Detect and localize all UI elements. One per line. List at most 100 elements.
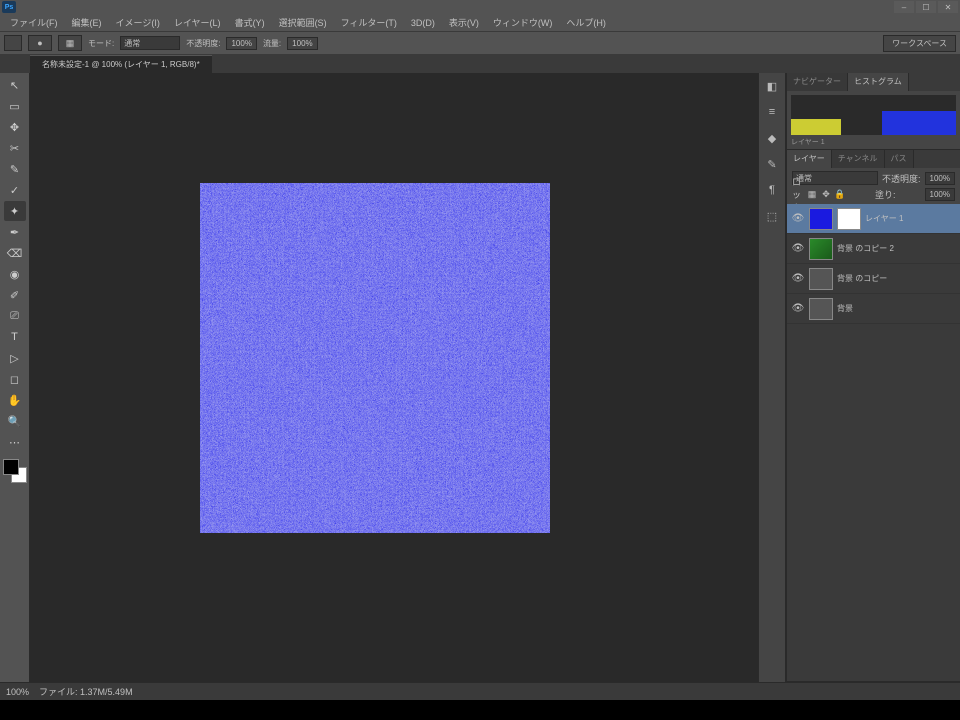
histogram-source-label: レイヤー 1 [791,137,956,147]
document-tab[interactable]: 名称未設定-1 @ 100% (レイヤー 1, RGB/8)* [30,55,212,73]
layer-list: 👁 レイヤー 1 👁 背景 のコピー 2 👁 背景 のコピー 👁 背景 [787,204,960,681]
tab-layers[interactable]: レイヤー [787,150,832,168]
lock-label: ロック: [792,189,804,201]
flow-input[interactable]: 100% [287,37,317,50]
hand-tool-icon[interactable]: ✋ [4,390,26,410]
document-canvas[interactable] [200,183,550,533]
close-button[interactable]: ✕ [938,1,958,13]
foreground-color-swatch[interactable] [3,459,19,475]
layer-name[interactable]: 背景 のコピー 2 [837,243,956,254]
blur-tool-icon[interactable]: ⎚ [4,306,26,326]
move-tool-icon[interactable]: ↖ [4,75,26,95]
layer-row[interactable]: 👁 背景 のコピー 2 [787,234,960,264]
tool-preset-icon[interactable] [4,35,22,51]
actions-panel-icon[interactable]: ≡ [762,103,782,121]
menu-edit[interactable]: 編集(E) [66,14,108,31]
histogram-bar-highlights [882,111,956,135]
opacity-label: 不透明度: [186,38,220,49]
brush-panel-icon[interactable]: ▦ [58,35,82,51]
history-panel-icon[interactable]: ◧ [762,77,782,95]
layer-visibility-icon[interactable]: 👁 [791,243,805,254]
lasso-tool-icon[interactable]: ✥ [4,117,26,137]
layer-visibility-icon[interactable]: 👁 [791,303,805,314]
tab-paths[interactable]: パス [885,150,914,168]
lock-all-icon[interactable]: 🔒 [834,189,846,201]
menu-filter[interactable]: フィルター(T) [335,14,403,31]
menubar: ファイル(F) 編集(E) イメージ(I) レイヤー(L) 書式(Y) 選択範囲… [0,14,960,31]
menu-view[interactable]: 表示(V) [443,14,485,31]
layer-options: 通常 不透明度: 100% ロック: ▦ ✥ 🔒 塗り: 100% [787,168,960,204]
menu-help[interactable]: ヘルプ(H) [560,14,612,31]
tab-channels[interactable]: チャンネル [832,150,885,168]
eyedropper-tool-icon[interactable]: ✎ [4,159,26,179]
maximize-button[interactable]: ☐ [916,1,936,13]
tab-navigator[interactable]: ナビゲーター [787,73,848,91]
swatches-panel-icon[interactable]: ⬚ [762,207,782,225]
layer-fill-label: 塗り: [875,188,896,201]
menu-type[interactable]: 書式(Y) [229,14,271,31]
menu-window[interactable]: ウィンドウ(W) [487,14,559,31]
histogram-body: レイヤー 1 [787,91,960,149]
toolbox: ↖ ▭ ✥ ✂ ✎ ✓ ✦ ✒ ⌫ ◉ ✐ ⎚ T ▷ ◻ ✋ 🔍 ⋯ [0,73,30,682]
layer-opacity-input[interactable]: 100% [925,172,955,185]
document-info[interactable]: ファイル: 1.37M/5.49M [39,685,133,698]
more-tools-icon[interactable]: ⋯ [4,432,26,452]
layer-visibility-icon[interactable]: 👁 [791,213,805,224]
layer-name[interactable]: レイヤー 1 [865,213,956,224]
layer-thumbnail[interactable] [809,298,833,320]
layer-thumbnail[interactable] [809,268,833,290]
stamp-tool-icon[interactable]: ✒ [4,222,26,242]
menu-3d[interactable]: 3D(D) [405,16,441,30]
layer-row[interactable]: 👁 背景 のコピー [787,264,960,294]
workspace-button[interactable]: ワークスペース [883,35,956,52]
layer-fill-input[interactable]: 100% [925,188,955,201]
menu-image[interactable]: イメージ(I) [110,14,166,31]
layer-thumbnail[interactable] [809,208,833,230]
statusbar: 100% ファイル: 1.37M/5.49M [0,682,960,700]
lock-controls: ロック: ▦ ✥ 🔒 [792,189,846,201]
zoom-tool-icon[interactable]: 🔍 [4,411,26,431]
lock-pixels-icon[interactable]: ▦ [806,189,818,201]
layer-name[interactable]: 背景 [837,303,956,314]
menu-select[interactable]: 選択範囲(S) [273,14,333,31]
layer-visibility-icon[interactable]: 👁 [791,273,805,284]
main-area: ↖ ▭ ✥ ✂ ✎ ✓ ✦ ✒ ⌫ ◉ ✐ ⎚ T ▷ ◻ ✋ 🔍 ⋯ [0,73,960,682]
type-tool-icon[interactable]: T [4,327,26,347]
app-window: Ps – ☐ ✕ ファイル(F) 編集(E) イメージ(I) レイヤー(L) 書… [0,0,960,700]
brush-tool-icon[interactable]: ✦ [4,201,26,221]
mode-label: モード: [88,38,114,49]
eraser-tool-icon[interactable]: ⌫ [4,243,26,263]
color-swatches[interactable] [3,459,27,483]
crop-tool-icon[interactable]: ✂ [4,138,26,158]
path-tool-icon[interactable]: ▷ [4,348,26,368]
tab-histogram[interactable]: ヒストグラム [848,73,909,91]
menu-file[interactable]: ファイル(F) [4,14,64,31]
layer-blend-dropdown[interactable]: 通常 [792,171,878,185]
blend-mode-dropdown[interactable]: 通常 [120,36,180,50]
layers-panel: レイヤー チャンネル パス 通常 不透明度: 100% ロック: ▦ ✥ [787,150,960,682]
zoom-level[interactable]: 100% [6,687,29,697]
layer-thumbnail[interactable] [809,238,833,260]
titlebar: Ps – ☐ ✕ [0,0,960,14]
pen-tool-icon[interactable]: ✐ [4,285,26,305]
layer-row[interactable]: 👁 レイヤー 1 [787,204,960,234]
opacity-input[interactable]: 100% [226,37,256,50]
options-bar: ● ▦ モード: 通常 不透明度: 100% 流量: 100% ワークスペース [0,31,960,55]
healing-tool-icon[interactable]: ✓ [4,180,26,200]
gradient-tool-icon[interactable]: ◉ [4,264,26,284]
paragraph-panel-icon[interactable]: ¶ [762,181,782,199]
minimize-button[interactable]: – [894,1,914,13]
properties-panel-icon[interactable]: ◆ [762,129,782,147]
layer-name[interactable]: 背景 のコピー [837,273,956,284]
lock-position-icon[interactable]: ✥ [820,189,832,201]
shape-tool-icon[interactable]: ◻ [4,369,26,389]
brush-preset-picker[interactable]: ● [28,35,52,51]
layer-row[interactable]: 👁 背景 [787,294,960,324]
window-controls: – ☐ ✕ [894,1,958,13]
brushes-panel-icon[interactable]: ✎ [762,155,782,173]
flow-label: 流量: [263,38,281,49]
marquee-tool-icon[interactable]: ▭ [4,96,26,116]
canvas-area[interactable] [30,73,758,682]
menu-layer[interactable]: レイヤー(L) [168,14,227,31]
layer-thumbnail[interactable] [837,208,861,230]
